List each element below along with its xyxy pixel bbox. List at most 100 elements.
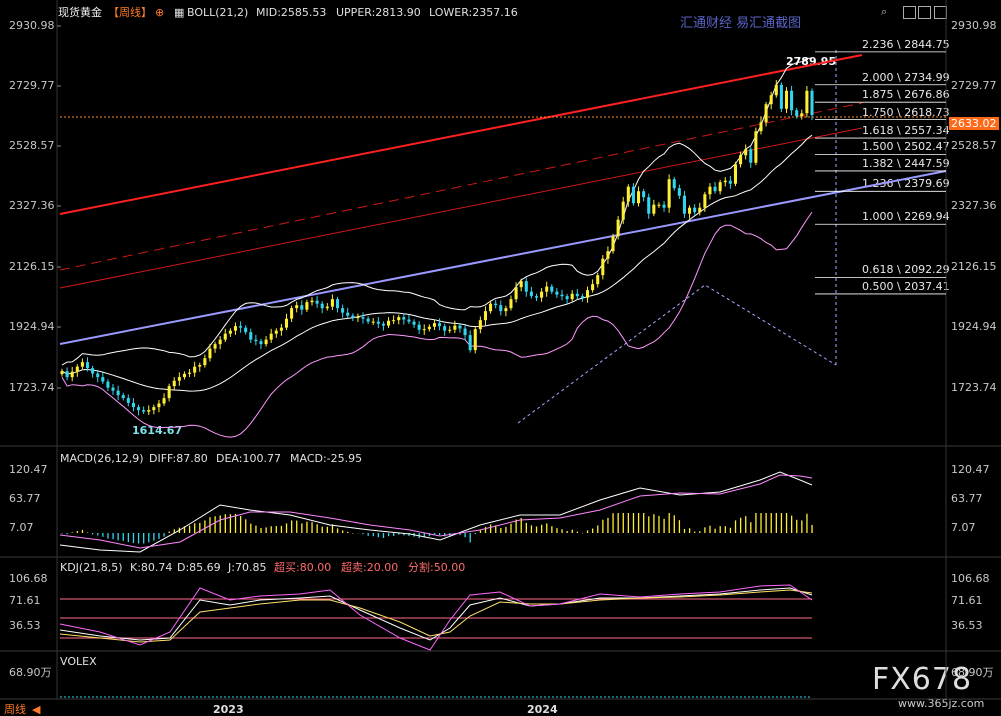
candle-body <box>759 122 763 132</box>
macd-diff-line <box>59 471 813 553</box>
candle-body <box>718 182 722 192</box>
macd-bar <box>719 526 721 533</box>
candle-body <box>728 180 732 184</box>
macd-bar <box>336 528 339 533</box>
macd-bar <box>592 528 594 533</box>
macd-bar <box>678 520 681 533</box>
macd-bar <box>796 519 798 533</box>
candle-body <box>494 303 498 306</box>
candle-body <box>295 305 299 309</box>
macd-bar <box>342 530 344 533</box>
candle-body <box>570 293 574 300</box>
candle-body <box>412 321 416 325</box>
candle-body <box>274 330 278 334</box>
candle-body <box>545 286 549 292</box>
macd-bar <box>694 531 696 533</box>
candle-body <box>448 329 452 331</box>
macd-bar <box>107 533 109 539</box>
macd-bar <box>653 514 655 533</box>
macd-bar <box>321 526 323 533</box>
candle-body <box>580 296 584 298</box>
macd-bar <box>234 513 237 533</box>
macd-bar <box>224 514 226 533</box>
candle-body <box>172 380 176 387</box>
candle-body <box>264 339 268 345</box>
candle-body <box>422 329 426 331</box>
candle-body <box>315 300 319 304</box>
macd-bar <box>785 513 788 533</box>
candle-body <box>438 323 442 327</box>
candle-body <box>392 320 396 322</box>
candle-body <box>223 333 227 340</box>
macd-bar <box>387 533 390 537</box>
candle-body <box>126 398 130 403</box>
macd-bar <box>66 533 68 535</box>
macd-bar <box>352 533 354 534</box>
candle-body <box>111 387 115 391</box>
candle-body <box>203 358 207 366</box>
macd-bar <box>393 533 395 536</box>
candle-body <box>764 104 768 123</box>
candle-body <box>621 201 625 220</box>
macd-bar <box>617 513 619 533</box>
macd-bar <box>489 524 492 533</box>
macd-bar <box>734 520 737 533</box>
candle-body <box>468 335 472 351</box>
candle-body <box>300 305 304 310</box>
chart-window: { "header": { "symbol": "现货黄金", "period"… <box>0 0 1001 716</box>
macd-bar <box>811 524 813 533</box>
candle-body <box>239 326 243 328</box>
candle-body <box>376 321 380 324</box>
candle-body <box>637 191 641 204</box>
macd-bar <box>306 521 308 533</box>
candle-body <box>325 306 329 309</box>
candle-body <box>524 281 528 292</box>
macd-bar <box>750 522 752 533</box>
candle-body <box>749 149 753 163</box>
macd-bar <box>122 533 124 541</box>
candle-body <box>514 287 518 300</box>
candle-body <box>249 332 253 340</box>
macd-bar <box>500 527 502 533</box>
candle-body <box>667 179 671 208</box>
macd-bar <box>683 528 686 533</box>
macd-bar <box>137 533 140 544</box>
candle-body <box>162 398 166 404</box>
macd-bar <box>760 513 762 533</box>
macd-bar <box>632 513 635 533</box>
candle-body <box>80 362 84 367</box>
candle-body <box>739 155 743 165</box>
candle-body <box>534 296 539 298</box>
macd-bar <box>290 520 293 533</box>
candle-body <box>499 305 503 312</box>
candle-body <box>356 317 360 319</box>
macd-bar <box>245 519 247 533</box>
candle-body <box>60 371 64 375</box>
candle-body <box>560 294 564 297</box>
candle-body <box>320 303 324 309</box>
macd-bar <box>158 533 160 539</box>
trend-line-mid <box>59 102 863 271</box>
candle-body <box>703 194 707 208</box>
candle-body <box>708 186 712 195</box>
candle-body <box>647 197 651 214</box>
candle-body <box>70 371 74 378</box>
macd-bar <box>551 526 553 533</box>
macd-bar <box>81 529 84 533</box>
macd-bar <box>535 526 538 533</box>
candle-body <box>65 371 69 378</box>
macd-bar <box>76 530 79 533</box>
candle-body <box>652 204 656 214</box>
macd-bar <box>148 533 150 543</box>
macd-bar <box>255 525 257 533</box>
candle-body <box>672 179 676 189</box>
candle-body <box>626 186 630 202</box>
macd-dea-line <box>59 474 813 549</box>
candle-body <box>565 296 569 300</box>
macd-bar <box>127 533 130 543</box>
macd-bar <box>801 520 803 533</box>
macd-bar <box>71 532 73 533</box>
candle-body <box>259 341 263 345</box>
macd-bar <box>275 526 277 533</box>
candle-body <box>779 84 783 109</box>
